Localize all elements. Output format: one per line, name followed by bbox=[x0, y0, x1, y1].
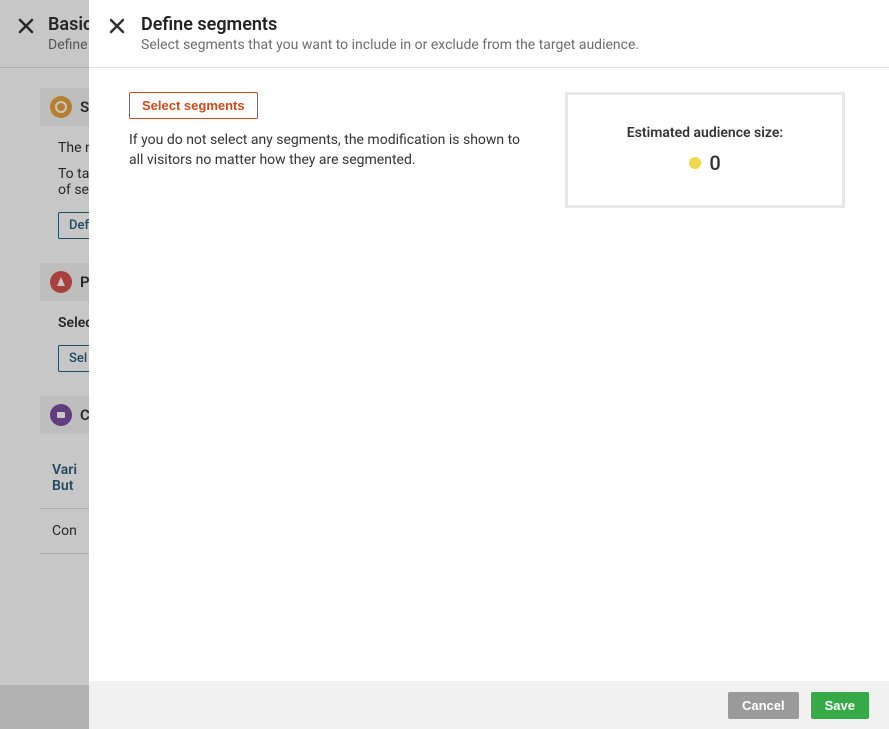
cancel-button[interactable]: Cancel bbox=[728, 692, 799, 719]
status-dot-icon bbox=[689, 157, 701, 169]
modal-close-button[interactable] bbox=[107, 16, 127, 36]
save-button[interactable]: Save bbox=[811, 692, 869, 719]
audience-size-value: 0 bbox=[709, 151, 720, 175]
define-segments-modal: Define segments Select segments that you… bbox=[89, 0, 889, 729]
segments-hint-text: If you do not select any segments, the m… bbox=[129, 131, 529, 170]
select-segments-button[interactable]: Select segments bbox=[129, 92, 258, 119]
modal-body: Select segments If you do not select any… bbox=[89, 68, 889, 681]
modal-header: Define segments Select segments that you… bbox=[89, 0, 889, 68]
modal-title: Define segments bbox=[141, 14, 639, 35]
audience-size-card: Estimated audience size: 0 bbox=[565, 92, 845, 208]
audience-size-label: Estimated audience size: bbox=[588, 125, 822, 141]
modal-subtitle: Select segments that you want to include… bbox=[141, 37, 639, 53]
modal-footer: Cancel Save bbox=[89, 681, 889, 729]
